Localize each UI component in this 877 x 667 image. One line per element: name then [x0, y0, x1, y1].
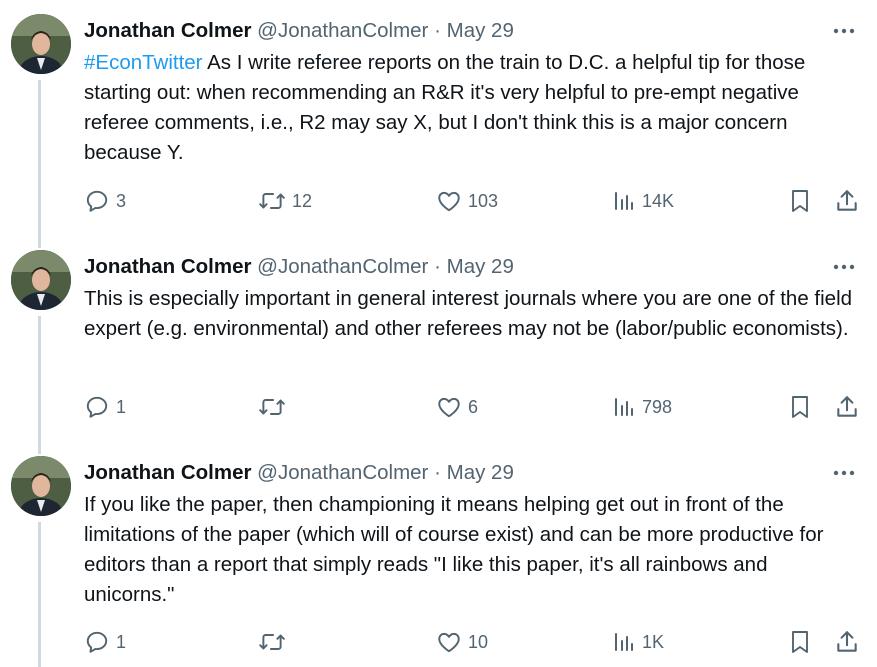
avatar[interactable] — [11, 250, 71, 310]
tweet-header: Jonathan Colmer @JonathanColmer · May 29 — [84, 16, 514, 46]
views-count: 1K — [642, 631, 665, 652]
tweet-body: This is especially important in general … — [84, 287, 853, 340]
bookmark-icon — [792, 396, 808, 418]
retweet-button[interactable]: 12 — [258, 186, 312, 216]
more-options-button[interactable] — [829, 252, 859, 282]
tweet-text: This is especially important in general … — [84, 284, 859, 344]
like-button[interactable]: 10 — [436, 627, 488, 657]
heart-icon — [438, 191, 460, 212]
tweet-text: If you like the paper, then championing … — [84, 490, 859, 610]
bookmark-icon — [792, 190, 808, 212]
more-horizontal-icon — [833, 470, 855, 476]
bookmark-button[interactable] — [788, 392, 812, 422]
retweet-button[interactable] — [258, 392, 292, 422]
reply-count: 3 — [116, 190, 127, 211]
tweet-text: #EconTwitter As I write referee reports … — [84, 48, 859, 168]
share-icon — [837, 190, 857, 211]
views-button[interactable]: 1K — [612, 627, 664, 657]
retweet-count: 12 — [292, 190, 313, 211]
like-button[interactable]: 103 — [436, 186, 498, 216]
views-count: 798 — [642, 396, 673, 417]
avatar[interactable] — [11, 456, 71, 516]
profile-photo — [11, 456, 71, 516]
like-count: 6 — [468, 396, 479, 417]
reply-button[interactable]: 1 — [84, 627, 126, 657]
heart-icon — [438, 397, 460, 418]
tweet-actions: 1 6 798 — [0, 392, 877, 422]
author-name[interactable]: Jonathan Colmer — [84, 461, 251, 484]
share-button[interactable] — [834, 186, 860, 216]
views-bar-chart-icon — [615, 192, 633, 210]
author-handle[interactable]: @JonathanColmer — [257, 461, 428, 484]
retweet-button[interactable] — [258, 627, 292, 657]
tweet[interactable]: Jonathan Colmer @JonathanColmer · May 29… — [0, 456, 877, 667]
author-name[interactable]: Jonathan Colmer — [84, 19, 251, 42]
reply-icon — [86, 396, 108, 418]
share-button[interactable] — [834, 392, 860, 422]
profile-photo — [11, 14, 71, 74]
tweet[interactable]: Jonathan Colmer @JonathanColmer · May 29… — [0, 14, 877, 224]
tweet-date[interactable]: May 29 — [447, 19, 514, 42]
bookmark-button[interactable] — [788, 627, 812, 657]
tweet-header: Jonathan Colmer @JonathanColmer · May 29 — [84, 252, 514, 282]
reply-count: 1 — [116, 396, 127, 417]
bookmark-icon — [792, 631, 808, 653]
separator: · — [434, 461, 441, 484]
heart-icon — [438, 632, 460, 653]
separator: · — [434, 255, 441, 278]
retweet-icon — [259, 399, 285, 415]
reply-icon — [86, 631, 108, 653]
reply-button[interactable]: 1 — [84, 392, 126, 422]
like-count: 103 — [468, 190, 499, 211]
reply-icon — [86, 190, 108, 212]
more-horizontal-icon — [833, 28, 855, 34]
like-button[interactable]: 6 — [436, 392, 478, 422]
views-button[interactable]: 798 — [612, 392, 672, 422]
tweet-date[interactable]: May 29 — [447, 461, 514, 484]
tweet-actions: 1 10 1K — [0, 627, 877, 657]
views-count: 14K — [642, 190, 675, 211]
views-bar-chart-icon — [615, 398, 633, 416]
views-button[interactable]: 14K — [612, 186, 674, 216]
retweet-icon — [259, 193, 285, 209]
author-handle[interactable]: @JonathanColmer — [257, 255, 428, 278]
retweet-icon — [259, 634, 285, 650]
author-handle[interactable]: @JonathanColmer — [257, 19, 428, 42]
more-horizontal-icon — [833, 264, 855, 270]
tweet-body: If you like the paper, then championing … — [84, 493, 824, 606]
profile-photo — [11, 250, 71, 310]
tweet-header: Jonathan Colmer @JonathanColmer · May 29 — [84, 458, 514, 488]
share-icon — [837, 631, 857, 652]
tweet-date[interactable]: May 29 — [447, 255, 514, 278]
avatar[interactable] — [11, 14, 71, 74]
share-button[interactable] — [834, 627, 860, 657]
separator: · — [434, 19, 441, 42]
like-count: 10 — [468, 631, 489, 652]
tweet[interactable]: Jonathan Colmer @JonathanColmer · May 29… — [0, 250, 877, 430]
more-options-button[interactable] — [829, 458, 859, 488]
author-name[interactable]: Jonathan Colmer — [84, 255, 251, 278]
bookmark-button[interactable] — [788, 186, 812, 216]
more-options-button[interactable] — [829, 16, 859, 46]
reply-count: 1 — [116, 631, 127, 652]
hashtag-link[interactable]: #EconTwitter — [84, 51, 203, 74]
reply-button[interactable]: 3 — [84, 186, 126, 216]
tweet-actions: 3 12 103 14K — [0, 186, 877, 216]
share-icon — [837, 396, 857, 417]
views-bar-chart-icon — [615, 633, 633, 651]
